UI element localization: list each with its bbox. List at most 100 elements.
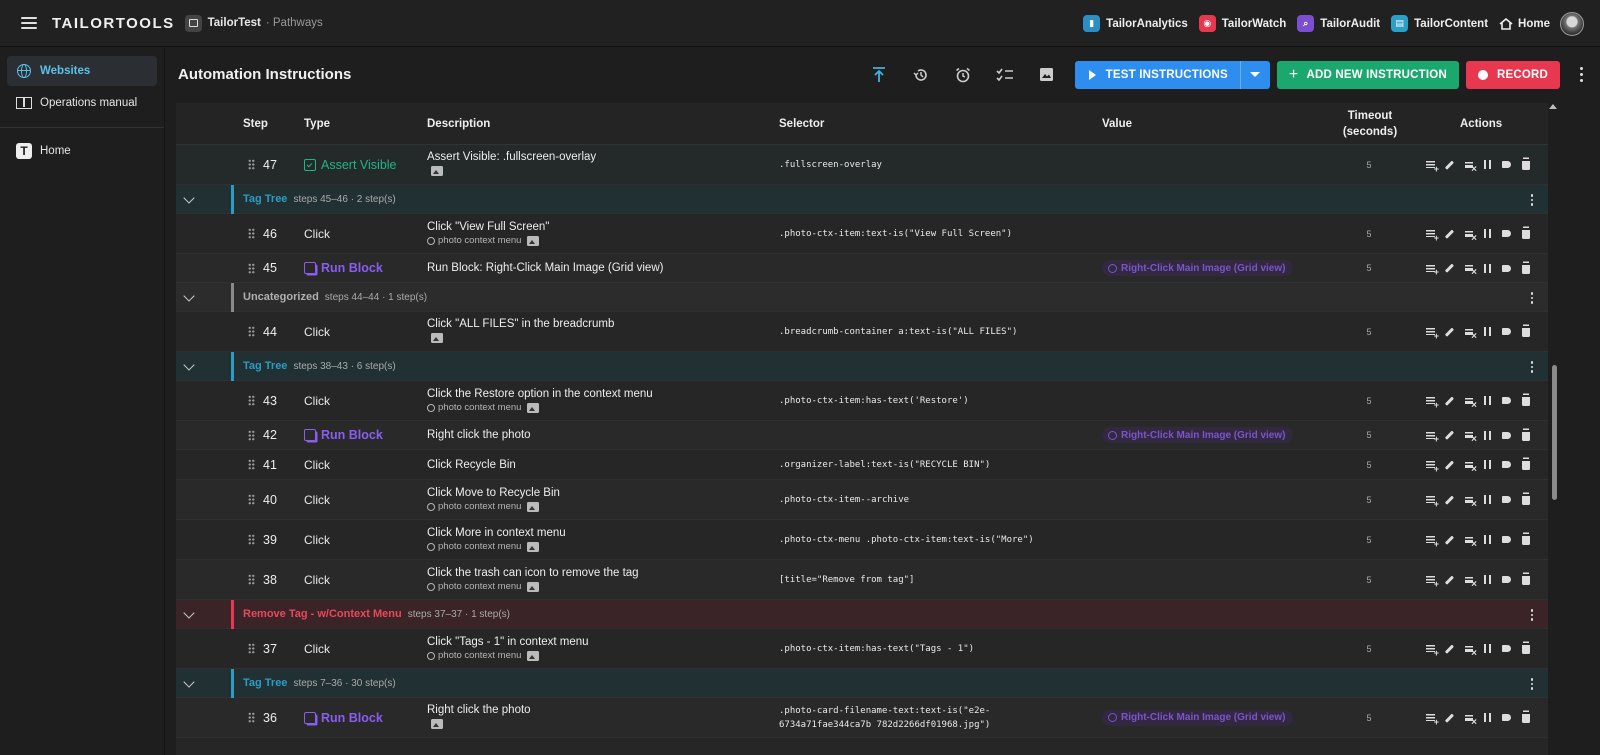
table-row[interactable]: 44 Click Click "ALL FILES" in the breadc… — [176, 312, 1548, 352]
edit-icon[interactable] — [1443, 712, 1456, 724]
app-tailorwatch[interactable]: ◉ TailorWatch — [1198, 15, 1286, 32]
delete-icon[interactable] — [1519, 262, 1532, 274]
table-row[interactable]: 41 Click Click Recycle Bin .organizer-la… — [176, 450, 1548, 480]
image-icon[interactable] — [527, 501, 540, 512]
breadcrumb-project[interactable]: TailorTest — [208, 17, 261, 29]
skip-step-icon[interactable] — [1462, 228, 1477, 244]
pause-icon[interactable] — [1481, 395, 1494, 407]
insert-step-icon[interactable] — [1424, 159, 1439, 174]
sidebar-item-websites[interactable]: Websites — [7, 56, 157, 86]
scrollbar-thumb[interactable] — [1552, 365, 1557, 500]
table-row[interactable]: 37 Click Click "Tags - 1" in context men… — [176, 629, 1548, 669]
edit-icon[interactable] — [1443, 459, 1456, 471]
skip-step-icon[interactable] — [1462, 429, 1477, 445]
edit-icon[interactable] — [1443, 228, 1456, 240]
drag-handle-icon[interactable] — [248, 574, 255, 585]
tag-icon[interactable] — [1500, 494, 1513, 506]
block-chip[interactable]: Right-Click Main Image (Grid view) — [1102, 709, 1294, 726]
insert-step-icon[interactable] — [1424, 228, 1439, 243]
scroll-top-icon[interactable] — [858, 59, 900, 91]
image-icon[interactable] — [527, 402, 540, 413]
tag-icon[interactable] — [1500, 228, 1513, 240]
group-header[interactable]: Remove Tag - w/Context Menu steps 37–37 ·… — [176, 600, 1548, 629]
table-row[interactable]: 38 Click Click the trash can icon to rem… — [176, 560, 1548, 600]
drag-handle-icon[interactable] — [248, 262, 255, 274]
skip-step-icon[interactable] — [1462, 395, 1477, 411]
pause-icon[interactable] — [1481, 459, 1494, 471]
delete-icon[interactable] — [1519, 643, 1532, 655]
delete-icon[interactable] — [1519, 494, 1532, 506]
pause-icon[interactable] — [1481, 228, 1494, 240]
tag-icon[interactable] — [1500, 574, 1513, 586]
skip-step-icon[interactable] — [1462, 534, 1477, 550]
image-icon[interactable] — [527, 235, 540, 246]
delete-icon[interactable] — [1519, 574, 1532, 586]
delete-icon[interactable] — [1519, 534, 1532, 546]
insert-step-icon[interactable] — [1424, 262, 1439, 277]
table-row[interactable]: 36 Run Block Right click the photo .phot… — [176, 698, 1548, 738]
test-instructions-button[interactable]: TEST INSTRUCTIONS — [1074, 60, 1270, 89]
group-more-icon[interactable] — [1530, 678, 1533, 690]
drag-handle-icon[interactable] — [248, 395, 255, 406]
tag-icon[interactable] — [1500, 459, 1513, 471]
skip-step-icon[interactable] — [1462, 643, 1477, 659]
image-icon[interactable] — [527, 650, 540, 661]
group-header[interactable]: Tag Tree steps 38–43 · 6 step(s) — [176, 352, 1548, 381]
image-icon[interactable] — [1026, 59, 1068, 91]
skip-step-icon[interactable] — [1462, 712, 1477, 728]
insert-step-icon[interactable] — [1424, 574, 1439, 589]
pause-icon[interactable] — [1481, 643, 1494, 655]
avatar[interactable] — [1560, 11, 1584, 36]
group-header[interactable]: Uncategorized steps 44–44 · 1 step(s) — [176, 283, 1548, 312]
more-options-icon[interactable] — [1568, 59, 1594, 91]
home-link[interactable]: Home — [1499, 17, 1550, 30]
drag-handle-icon[interactable] — [248, 326, 255, 337]
header-step[interactable]: Step — [243, 118, 268, 130]
group-header[interactable]: Tag Tree steps 45–46 · 2 step(s) — [176, 185, 1548, 214]
drag-handle-icon[interactable] — [248, 459, 255, 470]
checklist-icon[interactable] — [984, 59, 1026, 91]
delete-icon[interactable] — [1519, 459, 1532, 471]
pause-icon[interactable] — [1481, 534, 1494, 546]
edit-icon[interactable] — [1443, 326, 1456, 338]
tag-icon[interactable] — [1500, 712, 1513, 724]
sidebar-item-home[interactable]: T Home — [7, 136, 157, 166]
pause-icon[interactable] — [1481, 262, 1494, 274]
pause-icon[interactable] — [1481, 574, 1494, 586]
pause-icon[interactable] — [1481, 494, 1494, 506]
tag-icon[interactable] — [1500, 534, 1513, 546]
edit-icon[interactable] — [1443, 159, 1456, 171]
block-chip[interactable]: Right-Click Main Image (Grid view) — [1102, 427, 1294, 443]
insert-step-icon[interactable] — [1424, 494, 1439, 509]
alarm-icon[interactable] — [942, 59, 984, 91]
block-chip[interactable]: Right-Click Main Image (Grid view) — [1102, 260, 1294, 276]
pause-icon[interactable] — [1481, 712, 1494, 724]
drag-handle-icon[interactable] — [248, 159, 255, 170]
chevron-down-icon[interactable] — [183, 607, 195, 619]
table-row[interactable]: 43 Click Click the Restore option in the… — [176, 381, 1548, 421]
tag-icon[interactable] — [1500, 395, 1513, 407]
edit-icon[interactable] — [1443, 534, 1456, 546]
chevron-down-icon[interactable] — [183, 290, 195, 302]
menu-icon[interactable] — [21, 17, 37, 29]
sidebar-item-operations-manual[interactable]: Operations manual — [7, 88, 157, 118]
tag-icon[interactable] — [1500, 326, 1513, 338]
app-tailoraudit[interactable]: ⌕ TailorAudit — [1297, 15, 1380, 32]
edit-icon[interactable] — [1443, 262, 1456, 274]
group-more-icon[interactable] — [1530, 194, 1533, 206]
test-options-dropdown[interactable] — [1239, 60, 1270, 89]
tag-icon[interactable] — [1500, 643, 1513, 655]
brand-logo[interactable]: TAILORTOOLS — [52, 15, 175, 32]
group-more-icon[interactable] — [1530, 292, 1533, 304]
app-tailoranalytics[interactable]: ▮ TailorAnalytics — [1083, 15, 1188, 32]
drag-handle-icon[interactable] — [248, 534, 255, 545]
edit-icon[interactable] — [1443, 494, 1456, 506]
delete-icon[interactable] — [1519, 395, 1532, 407]
insert-step-icon[interactable] — [1424, 643, 1439, 658]
group-more-icon[interactable] — [1530, 361, 1533, 373]
image-icon[interactable] — [431, 165, 443, 176]
pause-icon[interactable] — [1481, 429, 1494, 441]
group-header[interactable]: Tag Tree steps 7–36 · 30 step(s) — [176, 669, 1548, 698]
tag-icon[interactable] — [1500, 262, 1513, 274]
chevron-down-icon[interactable] — [183, 676, 195, 688]
